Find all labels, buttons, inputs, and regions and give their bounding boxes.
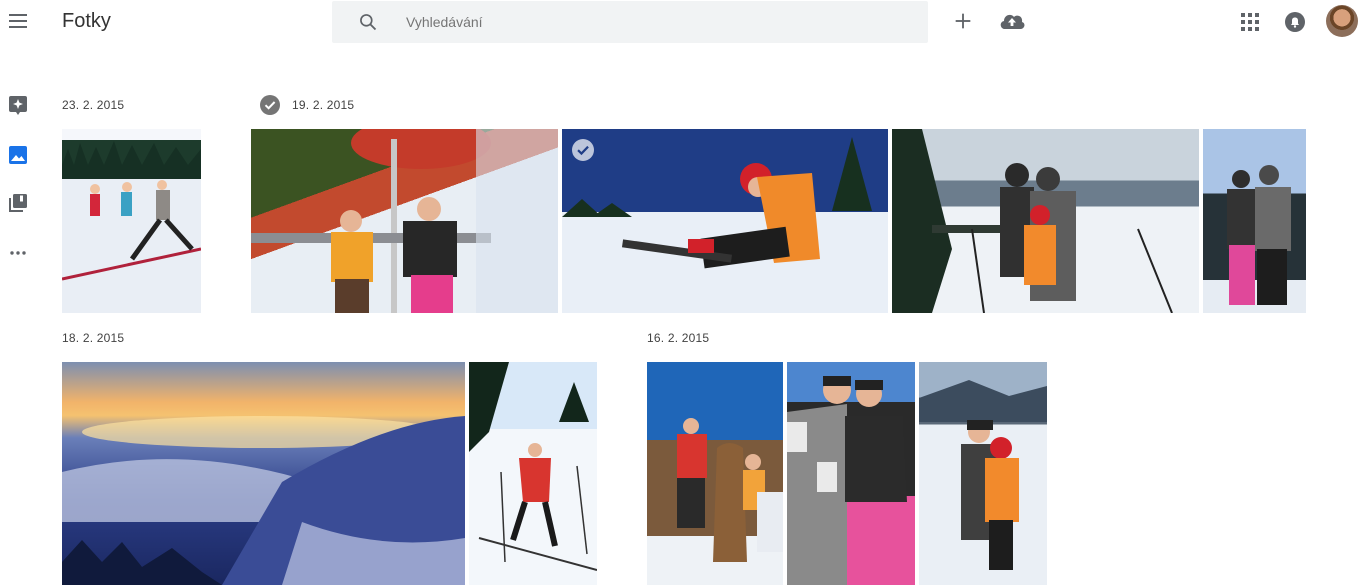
- date-header: 18. 2. 2015: [62, 331, 125, 345]
- search-input[interactable]: [406, 1, 906, 43]
- photo-thumbnail[interactable]: [469, 362, 597, 585]
- photo-thumbnail[interactable]: [562, 129, 888, 313]
- photo-wooden-statue-image: [677, 418, 783, 562]
- avatar[interactable]: [1326, 5, 1358, 37]
- photo-sunset-mountain-image: [62, 416, 465, 585]
- photo-thumbnail[interactable]: [787, 362, 915, 585]
- apps-grid-icon[interactable]: [1240, 12, 1260, 32]
- photo-family-ski-slope-image: [892, 129, 1173, 313]
- check-circle-icon[interactable]: [260, 95, 280, 115]
- photo-thumbnail[interactable]: [62, 129, 201, 313]
- photo-chairlift-image: [251, 129, 558, 313]
- photo-thumbnail[interactable]: [919, 362, 1047, 585]
- photo-couple-ski-image: [1227, 165, 1291, 305]
- check-circle-icon[interactable]: [572, 139, 594, 161]
- photo-thumbnail[interactable]: [62, 362, 465, 585]
- top-app-bar: Fotky: [0, 0, 1358, 44]
- photo-girl-in-snow-image: [562, 137, 872, 269]
- app-title: Fotky: [62, 10, 111, 32]
- cloud-upload-icon[interactable]: [998, 10, 1026, 32]
- date-header: 16. 2. 2015: [647, 331, 710, 345]
- photo-skiers-image: [62, 141, 201, 281]
- more-icon[interactable]: [8, 243, 28, 263]
- photo-thumbnail[interactable]: [1203, 129, 1306, 313]
- photos-icon[interactable]: [8, 145, 28, 165]
- hamburger-menu-icon[interactable]: [8, 11, 28, 31]
- date-header: 23. 2. 2015: [62, 98, 125, 112]
- search-bar[interactable]: [332, 1, 928, 43]
- assistant-icon[interactable]: [8, 95, 28, 115]
- photo-father-daughter-image: [919, 380, 1047, 570]
- albums-icon[interactable]: [8, 193, 28, 213]
- date-header: 19. 2. 2015: [292, 98, 355, 112]
- search-icon[interactable]: [358, 12, 378, 32]
- photo-cross-country-skier-image: [469, 362, 597, 571]
- plus-icon[interactable]: [952, 10, 974, 32]
- photo-couple-portrait-image: [787, 376, 907, 585]
- photo-thumbnail[interactable]: [251, 129, 558, 313]
- photo-thumbnail[interactable]: [647, 362, 783, 585]
- photo-thumbnail[interactable]: [892, 129, 1199, 313]
- notifications-icon[interactable]: [1284, 11, 1306, 33]
